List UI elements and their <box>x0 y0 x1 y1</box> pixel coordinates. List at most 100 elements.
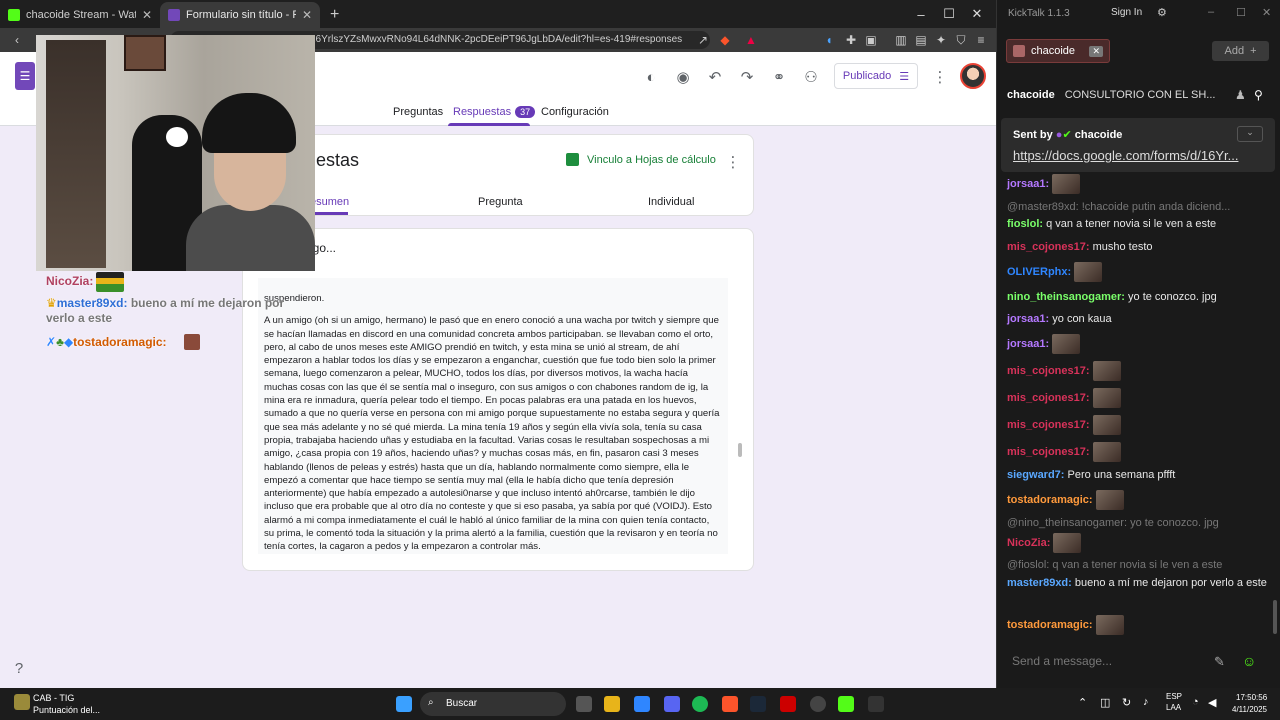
pinned-link[interactable]: https://docs.google.com/forms/d/16Yr... <box>1013 148 1268 163</box>
menu-icon[interactable]: ≡ <box>972 31 990 49</box>
network-icon[interactable]: ◫ <box>1100 696 1110 709</box>
close-window-button[interactable]: ✕ <box>1262 6 1271 19</box>
extensions-icon[interactable]: ✚ <box>842 31 860 49</box>
search-input[interactable]: ⌕ Buscar <box>420 692 566 716</box>
spotify-icon[interactable] <box>692 696 708 712</box>
maximize-button[interactable]: ☐ <box>1236 6 1246 19</box>
kicktalk-title: KickTalk 1.1.3 <box>1008 8 1070 19</box>
chat-username[interactable]: mis_cojones17: <box>1007 365 1090 377</box>
epic-games-icon[interactable] <box>868 696 884 712</box>
brave-rewards-icon[interactable]: ▲ <box>742 31 760 49</box>
clock-time[interactable]: 17:50:56 <box>1236 693 1267 702</box>
add-channel-button[interactable]: Add + <box>1212 41 1269 61</box>
chat-username[interactable]: tostadoramagic: <box>1007 619 1093 631</box>
new-tab-button[interactable]: + <box>320 2 349 28</box>
close-window-button[interactable]: ✕ <box>960 0 994 28</box>
preview-eye-icon[interactable]: ◉ <box>672 66 694 88</box>
wifi-icon[interactable]: ◔ <box>1192 696 1199 708</box>
tab-questions[interactable]: Preguntas <box>393 106 443 118</box>
clock-date[interactable]: 4/11/2025 <box>1232 705 1267 714</box>
file-explorer-icon[interactable] <box>604 696 620 712</box>
sync-icon[interactable]: ↻ <box>1122 696 1131 709</box>
chat-username[interactable]: mis_cojones17: <box>1007 392 1090 404</box>
share-icon[interactable]: ↗ <box>694 31 712 49</box>
screenshot-icon[interactable]: ▣ <box>862 31 880 49</box>
subtab-summary[interactable]: esumen <box>310 196 349 208</box>
card-more-icon[interactable]: ⋮ <box>722 151 744 173</box>
chat-username[interactable]: jorsaa1: <box>1007 178 1049 190</box>
chat-username[interactable]: siegward7: <box>1007 469 1064 481</box>
brave-shield-icon[interactable]: ◆ <box>716 31 734 49</box>
pin-icon[interactable]: ⚲ <box>1254 88 1263 102</box>
subtab-individual[interactable]: Individual <box>648 196 694 208</box>
kick-icon[interactable] <box>838 696 854 712</box>
message-input[interactable]: Send a message... <box>1002 648 1198 676</box>
kick-emote-icon[interactable]: ☺ <box>1242 653 1256 669</box>
chat-username[interactable]: jorsaa1: <box>1007 338 1049 350</box>
chevron-up-icon[interactable]: ⌃ <box>1078 696 1087 709</box>
task-view-icon[interactable] <box>576 696 592 712</box>
audio-icon[interactable]: ◖ <box>820 31 838 49</box>
close-tab-icon[interactable]: ✕ <box>142 8 152 22</box>
chat-username[interactable]: mis_cojones17: <box>1007 446 1090 458</box>
published-button[interactable]: Publicado ☰ <box>834 63 918 89</box>
chat-message: mis_cojones17: musho testo <box>1007 239 1272 255</box>
tab-google-forms[interactable]: Formulario sin título - Formulari ✕ <box>160 2 320 28</box>
sign-in-button[interactable]: Sign In <box>1111 7 1142 18</box>
channel-avatar-icon <box>1013 45 1025 57</box>
start-icon[interactable] <box>396 696 412 712</box>
published-label: Publicado <box>842 70 892 82</box>
app-icon[interactable] <box>14 694 30 710</box>
chat-username[interactable]: OLIVERphx: <box>1007 266 1071 278</box>
help-icon[interactable]: ? <box>8 657 30 679</box>
chat-username[interactable]: fioslol: <box>1007 218 1043 230</box>
chat-username[interactable]: master89xd: <box>1007 577 1072 589</box>
sidebar-icon[interactable]: ▥ <box>892 31 910 49</box>
volume-icon[interactable]: ◀ <box>1208 696 1216 709</box>
forms-logo-icon[interactable]: ☰ <box>15 62 35 90</box>
chat-scrollbar[interactable] <box>1273 600 1277 634</box>
tab-responses[interactable]: Respuestas 37 <box>453 106 536 118</box>
language-primary[interactable]: ESP <box>1166 692 1182 701</box>
avatar[interactable] <box>960 63 986 89</box>
wallet-icon[interactable]: ▤ <box>912 31 930 49</box>
chevron-down-icon[interactable]: ⌄ <box>1237 126 1263 142</box>
bing-icon[interactable] <box>634 696 650 712</box>
app-icon[interactable] <box>780 696 796 712</box>
link-to-sheets-button[interactable]: Vinculo a Hojas de cálculo <box>566 153 716 166</box>
back-icon[interactable]: ‹ <box>8 31 26 49</box>
brave-icon[interactable] <box>722 696 738 712</box>
palette-icon[interactable]: ◐ <box>640 66 662 88</box>
steam-icon[interactable] <box>750 696 766 712</box>
add-collaborator-icon[interactable]: ⚇ <box>800 66 822 88</box>
chat-username[interactable]: jorsaa1: <box>1007 313 1049 325</box>
chat-username[interactable]: nino_theinsanogamer: <box>1007 291 1125 303</box>
chat-username[interactable]: tostadoramagic: <box>1007 494 1093 506</box>
chat-username[interactable]: mis_cojones17: <box>1007 241 1090 253</box>
tab-kick-stream[interactable]: chacoide Stream - Watch Live on ✕ <box>0 2 160 28</box>
close-tab-icon[interactable]: ✕ <box>302 8 312 22</box>
close-tab-icon[interactable]: ✕ <box>1089 45 1103 57</box>
language-secondary[interactable]: LAA <box>1166 703 1181 712</box>
subtab-question[interactable]: Pregunta <box>478 196 523 208</box>
channel-tab[interactable]: chacoide ✕ <box>1006 39 1110 63</box>
scrollbar[interactable] <box>738 443 742 457</box>
settings-gear-icon[interactable]: ⚙ <box>1157 6 1167 19</box>
redo-icon[interactable]: ↷ <box>736 66 758 88</box>
more-options-icon[interactable]: ⋮ <box>929 66 951 88</box>
leo-icon[interactable]: ✦ <box>932 31 950 49</box>
reply-preview: @master89xd: !chacoide putin anda dicien… <box>1007 199 1272 215</box>
response-text-list[interactable]: suspendieron. A un amigo (oh si un amigo… <box>258 278 728 554</box>
chat-username[interactable]: NicoZia: <box>1007 537 1050 549</box>
vpn-icon[interactable]: ⛉ <box>952 31 970 49</box>
chat-username[interactable]: mis_cojones17: <box>1007 419 1090 431</box>
link-icon[interactable]: ⚭ <box>768 66 790 88</box>
discord-icon[interactable] <box>664 696 680 712</box>
mic-icon[interactable]: ♪ <box>1143 696 1149 708</box>
obs-icon[interactable] <box>810 696 826 712</box>
tab-settings[interactable]: Configuración <box>541 106 609 118</box>
user-icon[interactable]: ♟ <box>1235 88 1246 102</box>
minimize-button[interactable]: – <box>1208 6 1214 18</box>
emote-picker-icon[interactable]: ✎ <box>1214 654 1225 670</box>
undo-icon[interactable]: ↶ <box>704 66 726 88</box>
